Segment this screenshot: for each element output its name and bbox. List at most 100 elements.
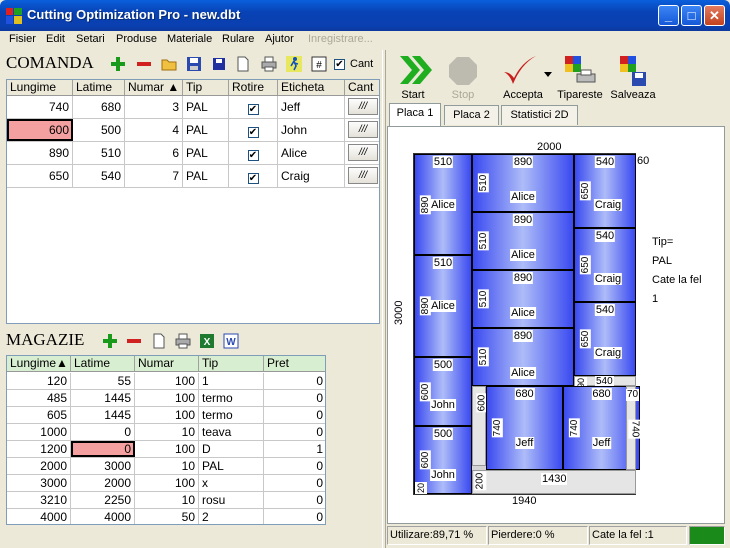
save-icon[interactable] bbox=[186, 56, 202, 72]
cell-lungime[interactable]: 485 bbox=[7, 390, 71, 406]
cell-latime[interactable]: 2250 bbox=[71, 492, 135, 508]
cell-numar[interactable]: 10 bbox=[135, 424, 199, 440]
maximize-button[interactable]: □ bbox=[681, 5, 702, 26]
cell-pret[interactable]: 0 bbox=[264, 458, 325, 474]
cut-piece[interactable]: 890 510 Alice bbox=[472, 154, 574, 212]
remove-icon[interactable] bbox=[136, 56, 152, 72]
cell-rotire[interactable]: ✔ bbox=[229, 119, 278, 141]
cell-latime[interactable]: 2000 bbox=[71, 475, 135, 491]
table-row[interactable]: 1000 0 10 teava 0 bbox=[7, 424, 325, 441]
cell-tip[interactable]: rosu bbox=[199, 492, 264, 508]
cell-rotire[interactable]: ✔ bbox=[229, 165, 278, 187]
cell-latime-selected[interactable]: 0 bbox=[71, 441, 135, 457]
cell-lungime[interactable]: 605 bbox=[7, 407, 71, 423]
cell-tip[interactable]: 1 bbox=[199, 373, 264, 389]
new-document-icon[interactable] bbox=[235, 56, 251, 72]
cut-piece[interactable]: 510 890 Alice bbox=[414, 154, 472, 255]
col-numar[interactable]: Numar ▲ bbox=[125, 80, 183, 95]
cell-lungime[interactable]: 1200 bbox=[7, 441, 71, 457]
remove-icon[interactable] bbox=[126, 333, 142, 349]
tab-placa-1[interactable]: Placa 1 bbox=[389, 103, 441, 126]
cut-piece[interactable]: 510 890 Alice bbox=[414, 255, 472, 357]
cell-lungime[interactable]: 1000 bbox=[7, 424, 71, 440]
cell-numar[interactable]: 3 bbox=[125, 96, 183, 118]
print-icon[interactable] bbox=[175, 333, 191, 349]
magazie-grid[interactable]: Lungime▲ Latime Numar Tip Pret 120 55 10… bbox=[6, 355, 326, 525]
cell-numar[interactable]: 4 bbox=[125, 119, 183, 141]
table-row[interactable]: 3210 2250 10 rosu 0 bbox=[7, 492, 325, 509]
cell-numar[interactable]: 100 bbox=[135, 441, 199, 457]
cut-piece[interactable]: 500 600 John bbox=[414, 357, 472, 426]
cell-eticheta[interactable]: Craig bbox=[278, 165, 345, 187]
cell-tip[interactable]: D bbox=[199, 441, 264, 457]
cell-pret[interactable]: 0 bbox=[264, 509, 325, 524]
cell-numar[interactable]: 100 bbox=[135, 373, 199, 389]
cut-piece[interactable]: 680 740 Jeff bbox=[486, 386, 563, 470]
cell-pret[interactable]: 0 bbox=[264, 475, 325, 491]
col-latime[interactable]: Latime bbox=[71, 356, 135, 371]
runner-icon[interactable] bbox=[286, 56, 302, 72]
dropdown-arrow-icon[interactable] bbox=[544, 72, 552, 78]
sheet-board[interactable]: 510 890 Alice 510 890 Alice 500 600 John… bbox=[413, 153, 641, 495]
col-cant[interactable]: Cant bbox=[345, 80, 379, 95]
col-tip[interactable]: Tip bbox=[183, 80, 229, 95]
cut-piece[interactable]: 890 510 Alice bbox=[472, 212, 574, 270]
cell-pret[interactable]: 0 bbox=[264, 390, 325, 406]
cell-latime[interactable]: 680 bbox=[73, 96, 125, 118]
table-row[interactable]: 2000 3000 10 PAL 0 bbox=[7, 458, 325, 475]
table-row[interactable]: 650 540 7 PAL ✔ Craig /// bbox=[7, 165, 379, 188]
col-lungime[interactable]: Lungime bbox=[7, 80, 73, 95]
pane-splitter[interactable] bbox=[382, 50, 386, 548]
cell-latime[interactable]: 1445 bbox=[71, 390, 135, 406]
col-lungime[interactable]: Lungime▲ bbox=[7, 356, 71, 371]
menu-rulare[interactable]: Rulare bbox=[222, 33, 254, 45]
cell-numar[interactable]: 6 bbox=[125, 142, 183, 164]
tipareste-button[interactable]: Tipareste bbox=[557, 50, 603, 106]
cell-pret[interactable]: 0 bbox=[264, 373, 325, 389]
table-row[interactable]: 740 680 3 PAL ✔ Jeff /// bbox=[7, 96, 379, 119]
cell-lungime[interactable]: 3210 bbox=[7, 492, 71, 508]
cell-pret[interactable]: 1 bbox=[264, 441, 325, 457]
new-document-icon[interactable] bbox=[151, 333, 167, 349]
accepta-button[interactable]: Accepta bbox=[490, 50, 556, 106]
cell-numar[interactable]: 10 bbox=[135, 458, 199, 474]
rotire-checkbox[interactable]: ✔ bbox=[247, 104, 259, 115]
cell-pret[interactable]: 0 bbox=[264, 492, 325, 508]
cut-piece[interactable]: 890 510 Alice bbox=[472, 328, 574, 386]
table-row[interactable]: 1200 0 100 D 1 bbox=[7, 441, 325, 458]
cell-lungime[interactable]: 740 bbox=[7, 96, 73, 118]
menu-fisier[interactable]: Fisier bbox=[9, 33, 36, 45]
add-icon[interactable] bbox=[102, 333, 118, 349]
cell-tip[interactable]: PAL bbox=[183, 142, 229, 164]
cut-piece[interactable]: 540 650 Craig bbox=[574, 154, 636, 228]
rotire-checkbox[interactable]: ✔ bbox=[247, 127, 259, 138]
cell-tip[interactable]: termo bbox=[199, 390, 264, 406]
word-icon[interactable]: W bbox=[223, 333, 239, 349]
start-button[interactable]: Start bbox=[390, 50, 436, 106]
cell-lungime[interactable]: 650 bbox=[7, 165, 73, 187]
col-rotire[interactable]: Rotire bbox=[229, 80, 278, 95]
excel-icon[interactable]: X bbox=[199, 333, 215, 349]
table-row[interactable]: 3000 2000 100 x 0 bbox=[7, 475, 325, 492]
cell-tip[interactable]: PAL bbox=[183, 165, 229, 187]
calculator-icon[interactable]: # bbox=[311, 56, 327, 72]
menu-ajutor[interactable]: Ajutor bbox=[265, 33, 294, 45]
cell-tip[interactable]: x bbox=[199, 475, 264, 491]
cell-tip[interactable]: termo bbox=[199, 407, 264, 423]
table-row[interactable]: 605 1445 100 termo 0 bbox=[7, 407, 325, 424]
cell-numar[interactable]: 100 bbox=[135, 390, 199, 406]
cell-eticheta[interactable]: John bbox=[278, 119, 345, 141]
cell-tip[interactable]: PAL bbox=[199, 458, 264, 474]
cell-lungime[interactable]: 3000 bbox=[7, 475, 71, 491]
cell-rotire[interactable]: ✔ bbox=[229, 142, 278, 164]
menu-produse[interactable]: Produse bbox=[116, 33, 157, 45]
cell-lungime[interactable]: 120 bbox=[7, 373, 71, 389]
add-icon[interactable] bbox=[110, 56, 126, 72]
open-folder-icon[interactable] bbox=[161, 56, 177, 72]
cell-numar[interactable]: 100 bbox=[135, 407, 199, 423]
cut-piece[interactable]: 890 510 Alice bbox=[472, 270, 574, 328]
col-eticheta[interactable]: Eticheta bbox=[278, 80, 345, 95]
cell-latime[interactable]: 500 bbox=[73, 119, 125, 141]
table-row[interactable]: 890 510 6 PAL ✔ Alice /// bbox=[7, 142, 379, 165]
cell-lungime-selected[interactable]: 600 bbox=[7, 119, 73, 141]
